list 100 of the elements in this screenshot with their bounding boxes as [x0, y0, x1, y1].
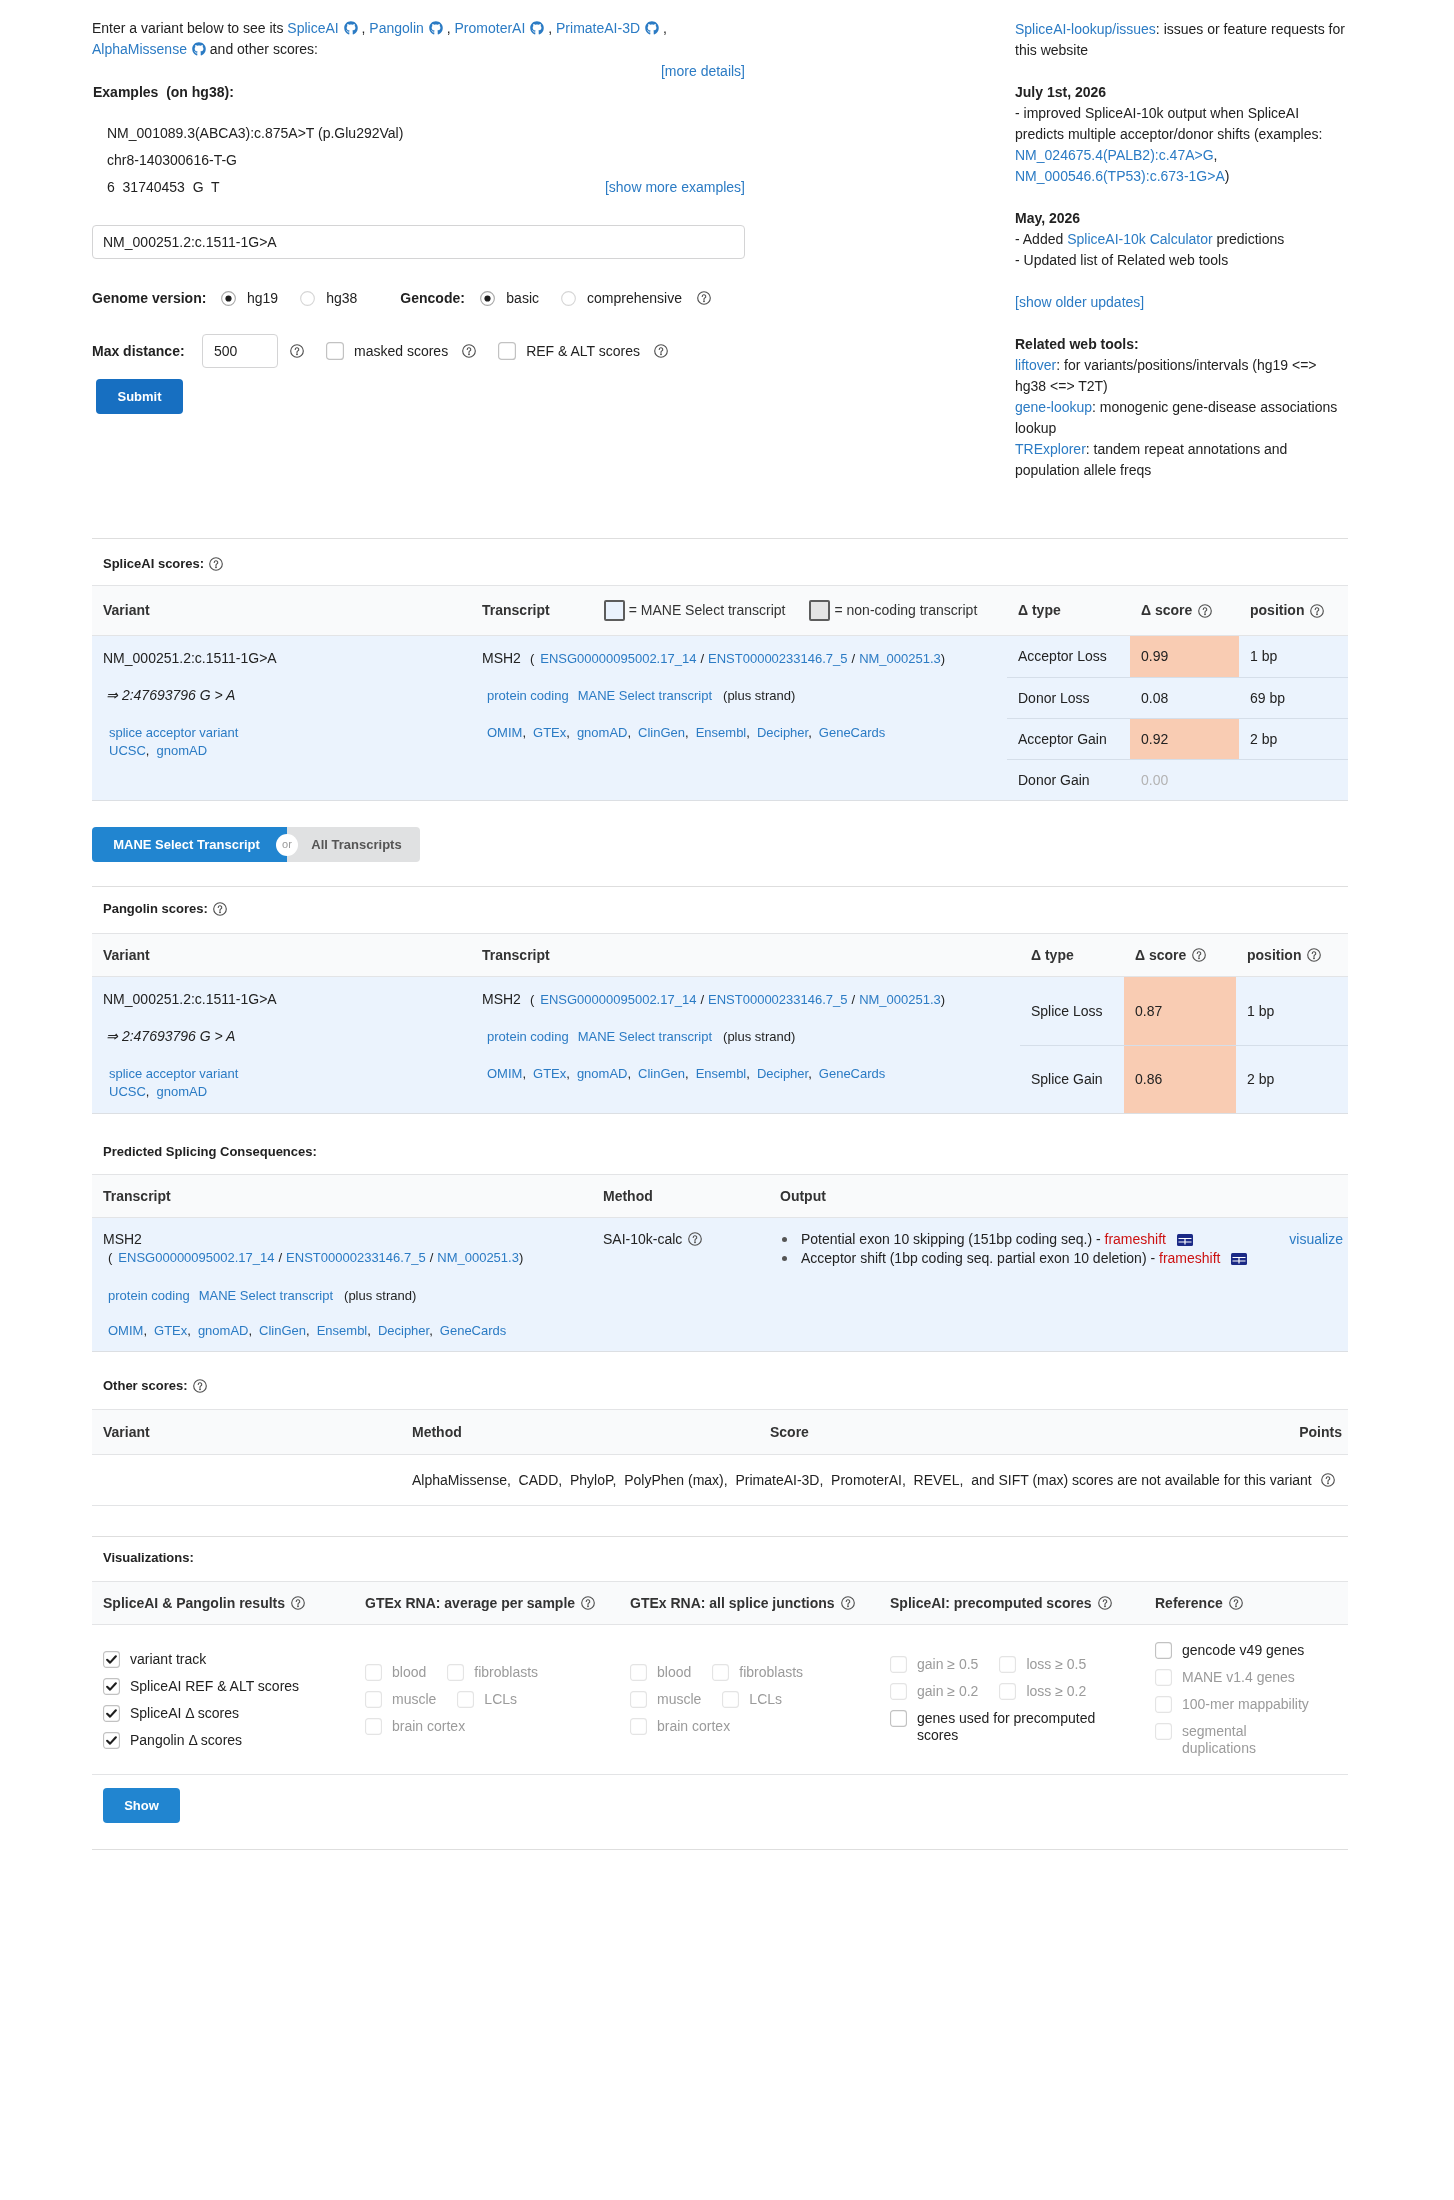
- tool-link[interactable]: PrimateAI-3D: [556, 20, 660, 36]
- position-text: 69 bp: [1250, 688, 1286, 708]
- help-icon[interactable]: [462, 344, 477, 359]
- text-link[interactable]: NM_000546.6(TP53):c.673-1G>A: [1015, 168, 1225, 184]
- related-tool-text: liftover: for variants/positions/intervals (hg19 <=> hg38 <=> T2T): [1015, 356, 1318, 396]
- text-link[interactable]: ClinGen: [259, 1323, 307, 1338]
- checkbox[interactable]: [103, 1677, 120, 1695]
- text-link[interactable]: GeneCards: [818, 1066, 886, 1081]
- position-text: 2 bp: [1250, 729, 1278, 749]
- option-label: hg38: [326, 288, 358, 308]
- text-link[interactable]: Decipher: [756, 725, 809, 740]
- radio-button[interactable]: [480, 290, 496, 306]
- text-link[interactable]: ENST00000233146.7_5: [708, 651, 848, 666]
- section-title: Predicted Splicing Consequences:: [103, 1143, 317, 1161]
- column-header: Transcript: [482, 601, 550, 620]
- help-icon[interactable]: [654, 344, 668, 359]
- text-link[interactable]: MANE Select transcript: [577, 1028, 713, 1046]
- text-link[interactable]: ENST00000233146.7_5: [708, 992, 848, 1007]
- position-text: 1 bp: [1247, 1001, 1275, 1021]
- text-link[interactable]: protein coding: [487, 1028, 569, 1046]
- checkbox[interactable]: [498, 342, 517, 361]
- checkbox-label: LCLs: [749, 1691, 783, 1708]
- show-more-examples-link[interactable]: [show more examples]: [604, 174, 745, 202]
- checkbox[interactable]: [103, 1704, 120, 1722]
- checkbox-label: blood: [392, 1664, 427, 1681]
- radio-button[interactable]: [300, 290, 316, 306]
- text-link[interactable]: Decipher: [377, 1323, 430, 1338]
- tool-link[interactable]: SpliceAI: [287, 20, 358, 36]
- help-icon[interactable]: [840, 1596, 855, 1610]
- text-link[interactable]: Decipher: [756, 1066, 809, 1081]
- text-link[interactable]: UCSC: [109, 743, 146, 758]
- table-icon[interactable]: [1177, 1233, 1193, 1246]
- text-link[interactable]: ENSG00000095002.17_14: [540, 651, 697, 666]
- help-icon[interactable]: [192, 1379, 207, 1393]
- text-link[interactable]: GeneCards: [818, 725, 886, 740]
- show-button[interactable]: Show: [103, 1788, 180, 1823]
- text-link[interactable]: gnomAD: [156, 743, 208, 758]
- section-title: SpliceAI scores:: [103, 555, 205, 573]
- more-details-link[interactable]: [more details]: [660, 60, 745, 82]
- help-icon[interactable]: [696, 291, 711, 306]
- example-variant[interactable]: 6 31740453 G T: [107, 174, 220, 202]
- text-link[interactable]: SpliceAI-10k Calculator: [1067, 231, 1213, 247]
- position-text: 2 bp: [1247, 1070, 1275, 1089]
- checkbox[interactable]: [326, 342, 344, 361]
- help-icon[interactable]: [1307, 948, 1322, 962]
- help-icon[interactable]: [1097, 1596, 1112, 1610]
- checkbox-label: muscle: [392, 1691, 437, 1708]
- table-icon[interactable]: [1231, 1252, 1248, 1265]
- text-link[interactable]: TRExplorer: [1015, 441, 1086, 457]
- submit-button[interactable]: Submit: [96, 379, 183, 415]
- text-link[interactable]: UCSC: [109, 1084, 146, 1099]
- checkbox[interactable]: [890, 1709, 907, 1727]
- column-header: Transcript: [482, 945, 550, 965]
- help-icon[interactable]: [688, 1232, 703, 1246]
- consequence-link[interactable]: splice acceptor variant: [109, 1066, 239, 1081]
- text-link[interactable]: ENSG00000095002.17_14: [540, 992, 697, 1007]
- help-icon[interactable]: [581, 1596, 596, 1610]
- text-link[interactable]: MANE Select transcript: [198, 1287, 334, 1305]
- text-link[interactable]: protein coding: [487, 687, 569, 705]
- variant-input[interactable]: NM_000251.2:c.1511-1G>A: [92, 225, 745, 260]
- help-icon[interactable]: [1198, 603, 1213, 618]
- text-link[interactable]: GeneCards: [439, 1323, 507, 1338]
- older-updates-link[interactable]: [show older updates]: [1015, 294, 1145, 310]
- help-icon[interactable]: [1228, 1596, 1243, 1610]
- visualize-link[interactable]: visualize: [1289, 1230, 1343, 1249]
- help-icon[interactable]: [1320, 1473, 1335, 1487]
- checkbox[interactable]: [103, 1731, 120, 1749]
- max-distance-input[interactable]: 500: [202, 334, 278, 369]
- checkbox[interactable]: [103, 1650, 120, 1668]
- consequence-link[interactable]: splice acceptor variant: [109, 725, 239, 740]
- score-cell: 0.99: [1130, 636, 1239, 677]
- radio-button[interactable]: [221, 290, 236, 306]
- text-link[interactable]: protein coding: [108, 1287, 190, 1305]
- text-link[interactable]: SpliceAI-lookup/issues: [1015, 21, 1156, 37]
- tool-link[interactable]: AlphaMissense: [92, 41, 206, 58]
- example-variant[interactable]: NM_001089.3(ABCA3):c.875A>T (p.Glu292Val): [107, 120, 404, 148]
- text-link[interactable]: NM_000251.3: [859, 992, 941, 1007]
- text-link[interactable]: MANE Select transcript: [577, 687, 713, 705]
- text-link[interactable]: NM_000251.3: [437, 1250, 519, 1265]
- help-icon[interactable]: [1310, 603, 1325, 618]
- text-link[interactable]: ENSG00000095002.17_14: [118, 1250, 275, 1265]
- text-link[interactable]: ClinGen: [638, 725, 686, 740]
- checkbox[interactable]: [1155, 1642, 1172, 1659]
- field-label: Genome version:: [92, 288, 208, 308]
- help-icon[interactable]: [290, 344, 304, 359]
- help-icon[interactable]: [212, 902, 227, 916]
- checkbox-label: gain ≥ 0.5: [917, 1655, 979, 1673]
- column-header: Score: [770, 1422, 809, 1442]
- text-link[interactable]: ClinGen: [638, 1066, 686, 1081]
- text-link[interactable]: ENST00000233146.7_5: [286, 1250, 426, 1265]
- help-icon[interactable]: [291, 1596, 306, 1610]
- text-link[interactable]: NM_024675.4(PALB2):c.47A>G: [1015, 147, 1214, 163]
- text-link[interactable]: gnomAD: [156, 1084, 208, 1099]
- help-icon[interactable]: [1192, 948, 1207, 962]
- example-variant[interactable]: chr8-140300616-T-G: [107, 147, 237, 175]
- tool-link[interactable]: Pangolin: [369, 20, 443, 36]
- radio-button[interactable]: [561, 290, 576, 306]
- text-link[interactable]: NM_000251.3: [859, 651, 941, 666]
- tool-link[interactable]: PromoterAI: [454, 20, 545, 36]
- help-icon[interactable]: [209, 557, 224, 571]
